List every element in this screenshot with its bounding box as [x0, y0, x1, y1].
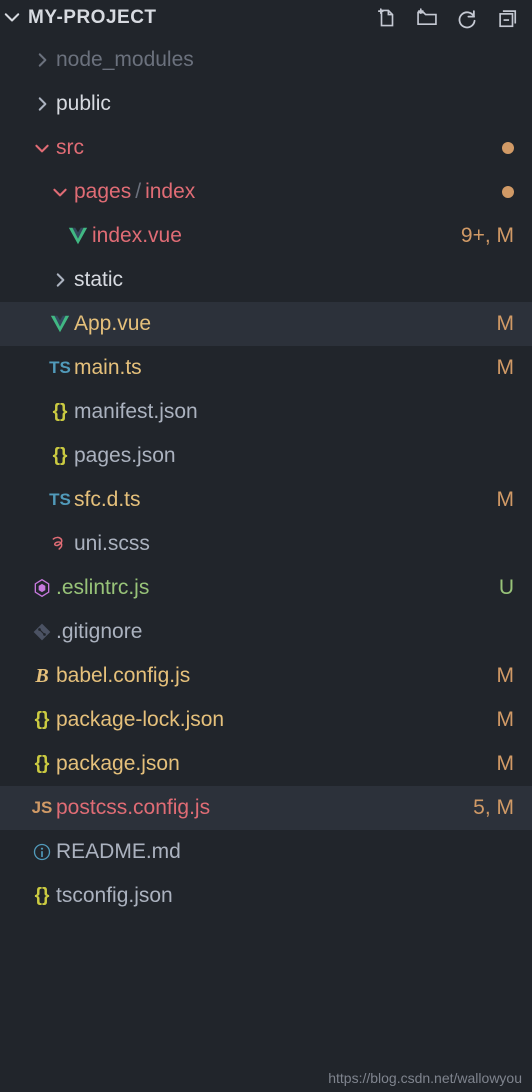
modified-dot-icon [502, 142, 514, 154]
json-icon: {} [28, 753, 56, 775]
file-package-lock[interactable]: {} package-lock.json M [0, 698, 532, 742]
git-status: 9+, M [461, 224, 514, 248]
chevron-down-icon [28, 139, 56, 157]
ts-icon: TS [46, 490, 74, 510]
chevron-down-icon [2, 8, 22, 28]
git-status: M [497, 356, 515, 380]
file-eslintrc[interactable]: .eslintrc.js U [0, 566, 532, 610]
chevron-right-icon [46, 271, 74, 289]
git-status: M [497, 664, 515, 688]
file-label: package-lock.json [56, 708, 489, 732]
folder-label: public [56, 92, 514, 116]
folder-node-modules[interactable]: node_modules [0, 38, 532, 82]
git-status: 5, M [473, 796, 514, 820]
file-label: package.json [56, 752, 489, 776]
header-actions [376, 7, 524, 29]
vue-icon [46, 313, 74, 335]
babel-icon: B [28, 665, 56, 688]
git-status: M [497, 488, 515, 512]
file-label: App.vue [74, 312, 489, 336]
file-main-ts[interactable]: TS main.ts M [0, 346, 532, 390]
folder-label: src [56, 136, 502, 160]
json-icon: {} [28, 885, 56, 907]
file-readme[interactable]: README.md [0, 830, 532, 874]
file-index-vue[interactable]: index.vue 9+, M [0, 214, 532, 258]
git-status: M [497, 312, 515, 336]
scss-icon [46, 534, 74, 554]
file-tree: node_modules public src pages/index inde… [0, 36, 532, 918]
file-package-json[interactable]: {} package.json M [0, 742, 532, 786]
folder-static[interactable]: static [0, 258, 532, 302]
file-label: main.ts [74, 356, 489, 380]
explorer-header: MY-PROJECT [0, 0, 532, 36]
file-sfc-dts[interactable]: TS sfc.d.ts M [0, 478, 532, 522]
info-icon [28, 842, 56, 862]
file-uni-scss[interactable]: uni.scss [0, 522, 532, 566]
project-title-row[interactable]: MY-PROJECT [0, 7, 376, 29]
modified-dot-icon [502, 186, 514, 198]
file-label: pages.json [74, 444, 514, 468]
file-label: postcss.config.js [56, 796, 465, 820]
chevron-down-icon [46, 183, 74, 201]
folder-pages-index[interactable]: pages/index [0, 170, 532, 214]
file-label: index.vue [92, 224, 453, 248]
file-label: .eslintrc.js [56, 576, 491, 600]
collapse-all-icon[interactable] [496, 7, 518, 29]
js-icon: JS [28, 798, 56, 818]
eslint-icon [28, 578, 56, 598]
chevron-right-icon [28, 95, 56, 113]
new-folder-icon[interactable] [416, 7, 438, 29]
folder-label: node_modules [56, 48, 514, 72]
file-label: tsconfig.json [56, 884, 514, 908]
json-icon: {} [46, 401, 74, 423]
project-title: MY-PROJECT [28, 7, 157, 29]
vue-icon [64, 225, 92, 247]
file-gitignore[interactable]: .gitignore [0, 610, 532, 654]
file-label: sfc.d.ts [74, 488, 489, 512]
file-tsconfig[interactable]: {} tsconfig.json [0, 874, 532, 918]
file-label: manifest.json [74, 400, 514, 424]
watermark-url: https://blog.csdn.net/wallowyou [328, 1070, 522, 1086]
folder-label: pages/index [74, 180, 502, 204]
chevron-right-icon [28, 51, 56, 69]
file-pages-json[interactable]: {} pages.json [0, 434, 532, 478]
refresh-icon[interactable] [456, 7, 478, 29]
file-babel-config[interactable]: B babel.config.js M [0, 654, 532, 698]
ts-icon: TS [46, 358, 74, 378]
file-postcss-config[interactable]: JS postcss.config.js 5, M [0, 786, 532, 830]
json-icon: {} [28, 709, 56, 731]
file-app-vue[interactable]: App.vue M [0, 302, 532, 346]
folder-public[interactable]: public [0, 82, 532, 126]
json-icon: {} [46, 445, 74, 467]
file-label: README.md [56, 840, 514, 864]
file-label: .gitignore [56, 620, 514, 644]
file-label: babel.config.js [56, 664, 489, 688]
git-icon [28, 622, 56, 642]
git-status: M [497, 708, 515, 732]
file-label: uni.scss [74, 532, 514, 556]
git-status: M [497, 752, 515, 776]
file-manifest-json[interactable]: {} manifest.json [0, 390, 532, 434]
new-file-icon[interactable] [376, 7, 398, 29]
folder-src[interactable]: src [0, 126, 532, 170]
git-status: U [499, 576, 514, 600]
folder-label: static [74, 268, 514, 292]
